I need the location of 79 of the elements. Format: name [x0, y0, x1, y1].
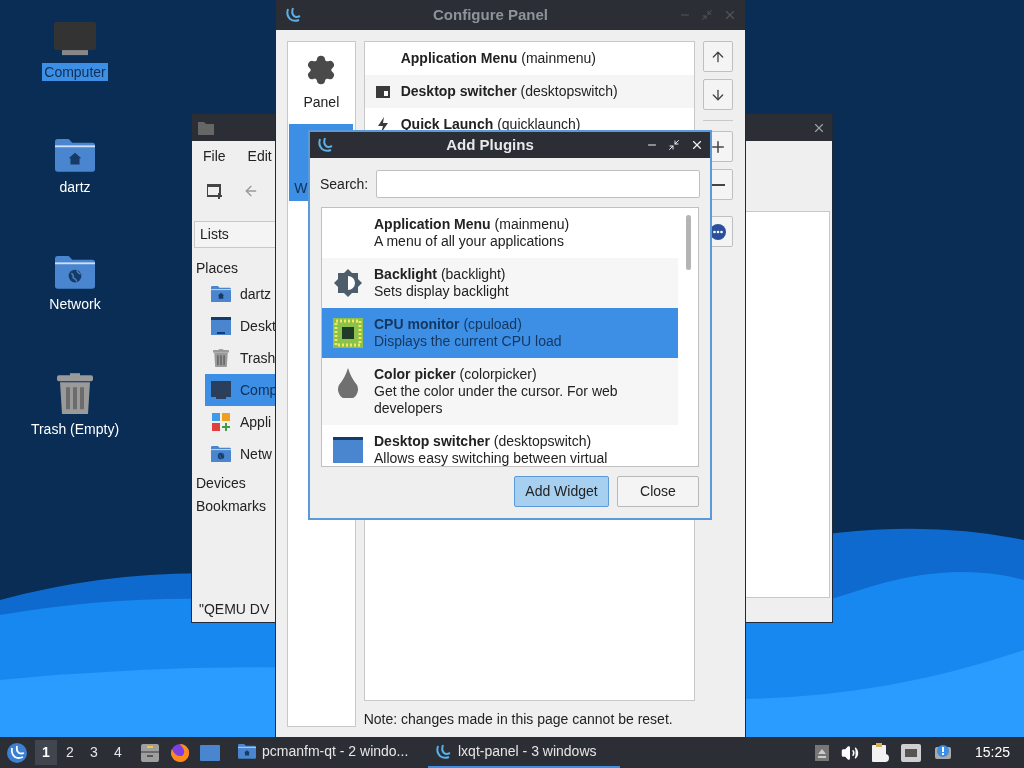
logo-icon: [284, 6, 302, 24]
search-field[interactable]: [376, 170, 700, 198]
place-label: dartz: [240, 284, 272, 304]
place-label: Trash: [240, 348, 276, 368]
browser-icon[interactable]: [170, 742, 190, 763]
plugin-item[interactable]: Backlight (backlight) Sets display backlight: [322, 258, 678, 308]
place-label: Appli: [240, 412, 272, 432]
desktop-switch-button[interactable]: 3: [83, 740, 105, 765]
desktop-icon-label[interactable]: Network: [47, 294, 103, 313]
page-item[interactable]: Panel: [289, 54, 354, 124]
task-button[interactable]: lxqt-panel - 3 windows: [428, 737, 620, 768]
dialog-button[interactable]: Close: [617, 476, 699, 507]
plugin-title: CPU monitor (cpuload): [374, 316, 523, 333]
plugin-item[interactable]: Color picker (colorpicker) Get the color under the cursor. For web developers: [322, 358, 678, 425]
window-icon: [333, 437, 363, 463]
file-cabinet-icon[interactable]: [140, 742, 160, 763]
plugin-description: Get the color under the cursor. For web developers: [374, 383, 619, 417]
move-down-button[interactable]: [703, 79, 733, 110]
plugin-description: Sets display backlight: [374, 283, 510, 300]
desktop-icon-label[interactable]: Computer: [42, 63, 108, 82]
backlight-icon: [333, 268, 363, 298]
home-folder-icon: [55, 139, 95, 172]
minus-icon: [711, 183, 726, 186]
drop-icon: [337, 368, 359, 398]
window-icon: [375, 85, 390, 98]
home-folder-icon: [211, 285, 231, 303]
new-tab-icon[interactable]: [207, 183, 223, 199]
move-up-button[interactable]: [703, 41, 733, 72]
plugin-title: Application Menu (mainmenu): [374, 216, 571, 233]
plugin-item[interactable]: CPU monitor (cpuload) Displays the current CPU load: [322, 308, 678, 358]
widget-label: Desktop switcher (desktopswitch): [400, 82, 618, 101]
desktop-icon: [211, 317, 231, 335]
plugin-title: Color picker (colorpicker): [374, 366, 538, 383]
network-icon[interactable]: [900, 743, 921, 762]
computer-icon: [211, 381, 231, 399]
network-folder-icon: [211, 445, 231, 463]
plugin-title: Desktop switcher (desktopswitch): [374, 433, 593, 450]
lightning-icon: [376, 116, 389, 133]
desktop-switch-button[interactable]: 2: [59, 740, 81, 765]
computer-icon: [53, 22, 97, 58]
plugin-description: Displays the current CPU load: [374, 333, 563, 350]
desktop-icon-label[interactable]: dartz: [57, 177, 93, 196]
menu-item[interactable]: File: [203, 145, 226, 167]
plugin-title: Backlight (backlight): [374, 266, 507, 283]
applications-icon: [212, 413, 230, 431]
plugin-description: Allows easy switching between virtual: [374, 450, 609, 466]
chip-icon: [333, 318, 363, 348]
plugin-description: A menu of all your applications: [374, 233, 565, 250]
clipboard-icon[interactable]: [870, 742, 889, 763]
desktop-switch-button[interactable]: 4: [107, 740, 129, 765]
widget-row[interactable]: Desktop switcher (desktopswitch): [364, 75, 695, 108]
place-label: Deskt: [240, 316, 276, 336]
desktop-icon-label[interactable]: Trash (Empty): [28, 420, 122, 439]
trash-icon: [57, 373, 93, 415]
clock[interactable]: 15:25: [974, 742, 1010, 763]
desktop-switch-button[interactable]: 1: [35, 740, 57, 765]
widget-label: Application Menu (mainmenu): [400, 49, 596, 68]
logo-icon: [434, 742, 452, 761]
widget-label: Quick Launch (quicklaunch): [400, 115, 581, 134]
task-button[interactable]: pcmanfm-qt - 2 windo...: [232, 737, 428, 768]
folder-icon: [198, 120, 214, 135]
menu-item[interactable]: Edit: [247, 145, 272, 167]
start-menu-icon[interactable]: [6, 741, 28, 764]
window-title: Configure Panel: [432, 4, 549, 25]
dialog-button[interactable]: Add Widget: [514, 476, 609, 507]
place-label: Netw: [240, 444, 272, 464]
logo-icon: [316, 136, 334, 154]
trash-icon: [213, 348, 229, 368]
network-folder-icon: [55, 256, 95, 289]
desktop-icon[interactable]: [200, 744, 220, 761]
scrollbar-thumb[interactable]: [685, 215, 691, 270]
status-text: "QEMU DV: [198, 600, 271, 619]
close-icon[interactable]: [690, 138, 704, 152]
folder-icon: [238, 744, 256, 759]
eject-icon[interactable]: [814, 744, 829, 761]
speaker-icon[interactable]: [840, 743, 859, 762]
restore-icon[interactable]: [668, 139, 680, 151]
note-text: Note: changes made in this page cannot be reset.: [363, 710, 674, 729]
search-label: Search:: [320, 174, 369, 194]
